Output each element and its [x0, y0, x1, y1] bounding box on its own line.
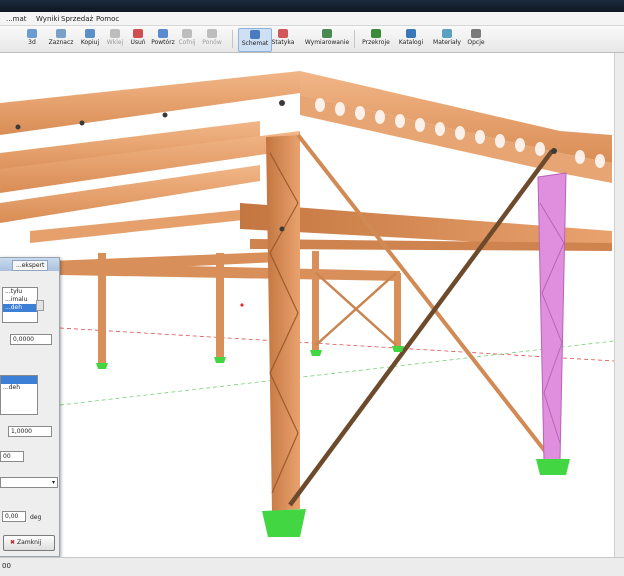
properties-panel: ...ekspert ...tyłu ...imalu ...deh 0,000…	[0, 257, 60, 557]
redo-icon	[207, 29, 217, 38]
view-3d-button[interactable]: 3d	[20, 28, 44, 50]
angle-field[interactable]: 0,00	[2, 511, 26, 522]
schema-button-label: Schemat	[241, 40, 269, 47]
repeat-button[interactable]: Powtórz	[150, 28, 176, 50]
list-item-selected[interactable]: ...deh	[3, 304, 37, 312]
sizing-icon	[322, 29, 332, 38]
support-icon	[214, 357, 226, 363]
3d-model-viewport[interactable]	[0, 53, 614, 557]
list-item[interactable]: ...imalu	[3, 296, 37, 304]
materials-button-label: Materiały	[433, 39, 461, 46]
main-column	[266, 135, 300, 511]
menu-item-sales[interactable]: Sprzedaż	[61, 15, 93, 23]
close-button[interactable]: ✖ Zamknij	[3, 535, 55, 551]
value-field-1[interactable]: 0,0000	[10, 334, 52, 345]
copy-button[interactable]: Kopiuj	[78, 28, 102, 50]
sections-button-label: Przekroje	[362, 39, 390, 46]
sections-button[interactable]: Przekroje	[360, 28, 392, 50]
options-button-label: Opcje	[467, 39, 485, 46]
delete-button[interactable]: Usuń	[128, 28, 148, 50]
statics-button-label: Statyka	[271, 39, 295, 46]
redo-button-label: Ponów	[202, 39, 222, 46]
element-list[interactable]: ...tyłu ...imalu ...deh	[2, 287, 38, 323]
dropdown-field[interactable]: ▾	[0, 477, 58, 488]
column	[98, 253, 106, 363]
status-text: 00	[2, 562, 11, 570]
undo-button[interactable]: Cofnij	[176, 28, 198, 50]
menu-item-results[interactable]: Wyniki	[36, 15, 59, 23]
options-icon	[471, 29, 481, 38]
list-item[interactable]: ...tyłu	[3, 288, 37, 296]
support-icon	[262, 509, 306, 537]
repeat-button-label: Powtórz	[151, 39, 175, 46]
delete-button-label: Usuń	[130, 39, 146, 46]
paste-button-label: Wklej	[106, 39, 124, 46]
sizing-button[interactable]: Wymiarowanie	[298, 28, 356, 50]
repeat-icon	[158, 29, 168, 38]
value-field-3[interactable]: 00	[0, 451, 24, 462]
angle-unit-label: deg	[30, 514, 42, 521]
section-list[interactable]: ...deh	[0, 375, 38, 415]
support-icon	[392, 346, 404, 352]
select-button[interactable]: Zaznacz	[48, 28, 74, 50]
paste-button[interactable]: Wklej	[104, 28, 126, 50]
toolbar: 3d Zaznacz Kopiuj Wklej Usuń Powtórz Cofnij Pon…	[0, 26, 624, 53]
catalogs-icon	[406, 29, 416, 38]
view-3d-button-label: 3d	[28, 39, 36, 46]
close-icon: ✖	[10, 539, 16, 546]
column	[394, 273, 401, 347]
column	[312, 251, 319, 351]
x-axis-line	[59, 327, 614, 362]
materials-icon	[442, 29, 452, 38]
column	[216, 253, 224, 357]
menu-bar: ...mat Wyniki Sprzedaż Pomoc	[0, 12, 624, 26]
statics-button[interactable]: Statyka	[270, 28, 296, 50]
list-item-selected[interactable]	[1, 376, 37, 384]
sections-icon	[371, 29, 381, 38]
schema-button[interactable]: Schemat	[238, 28, 272, 52]
diagonal-brace	[296, 133, 550, 457]
support-icon	[96, 363, 108, 369]
select-button-label: Zaznacz	[48, 39, 74, 46]
sizing-button-label: Wymiarowanie	[304, 39, 350, 46]
toolbar-separator	[232, 30, 233, 48]
y-axis-line	[59, 340, 614, 406]
diagonal-brace-selected	[288, 149, 554, 507]
redo-button[interactable]: Ponów	[200, 28, 224, 50]
status-bar: 00	[0, 557, 624, 576]
catalogs-button[interactable]: Katalogi	[394, 28, 428, 50]
delete-icon	[133, 29, 143, 38]
list-item[interactable]: ...deh	[1, 384, 37, 392]
view-3d-icon	[27, 29, 37, 38]
copy-button-label: Kopiuj	[80, 39, 100, 46]
chevron-down-icon: ▾	[51, 479, 55, 486]
tab-expert[interactable]: ...ekspert	[12, 260, 49, 271]
panel-title-bar: ...ekspert	[0, 258, 59, 271]
materials-button[interactable]: Materiały	[430, 28, 464, 50]
menu-item-help[interactable]: Pomoc	[96, 15, 119, 23]
lower-beam	[60, 263, 400, 281]
statics-icon	[278, 29, 288, 38]
structure-model	[0, 71, 614, 537]
list-scroll-arrow[interactable]	[36, 300, 44, 311]
close-button-label: Zamknij	[17, 539, 42, 546]
toolbar-separator	[354, 30, 355, 48]
support-icon	[536, 459, 570, 475]
copy-icon	[85, 29, 95, 38]
undo-icon	[182, 29, 192, 38]
window-title-bar	[0, 0, 624, 12]
value-field-2[interactable]: 1,0000	[8, 426, 52, 437]
options-button[interactable]: Opcje	[466, 28, 486, 50]
vertical-scrollbar[interactable]	[614, 53, 624, 557]
undo-button-label: Cofnij	[178, 39, 196, 46]
menu-item-format[interactable]: ...mat	[6, 15, 27, 23]
support-icon	[310, 350, 322, 356]
schema-icon	[250, 30, 260, 39]
catalogs-button-label: Katalogi	[398, 39, 424, 46]
paste-icon	[110, 29, 120, 38]
select-icon	[56, 29, 66, 38]
